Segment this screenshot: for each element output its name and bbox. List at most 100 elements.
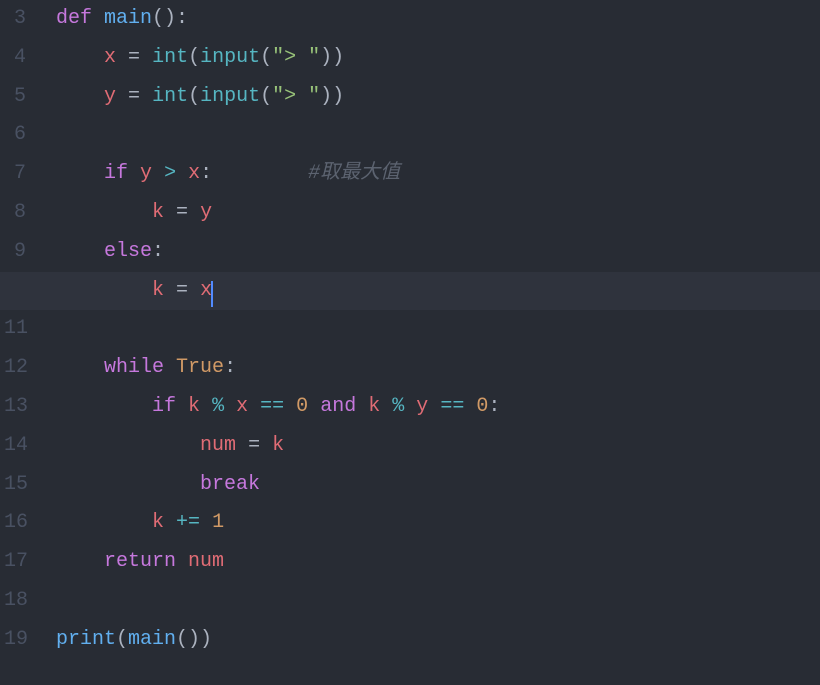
line-number: 14 bbox=[4, 427, 26, 466]
code-token: 1 bbox=[212, 511, 224, 534]
code-line[interactable]: break bbox=[44, 466, 820, 505]
code-token bbox=[248, 395, 260, 418]
code-line[interactable]: k = x bbox=[44, 272, 820, 311]
code-token: def bbox=[56, 7, 92, 30]
code-line[interactable]: x = int(input("> ")) bbox=[44, 39, 820, 78]
code-token: ( bbox=[188, 46, 200, 69]
code-token bbox=[428, 395, 440, 418]
line-number: 15 bbox=[4, 466, 26, 505]
code-token: main bbox=[128, 628, 176, 651]
code-token: : bbox=[224, 356, 236, 379]
code-token bbox=[404, 395, 416, 418]
code-token: ()) bbox=[176, 628, 212, 651]
line-number: 18 bbox=[4, 582, 26, 621]
code-token bbox=[56, 473, 200, 496]
code-line[interactable]: y = int(input("> ")) bbox=[44, 78, 820, 117]
code-token bbox=[236, 434, 248, 457]
code-line[interactable]: num = k bbox=[44, 427, 820, 466]
code-token bbox=[116, 85, 128, 108]
code-token bbox=[176, 395, 188, 418]
code-token: )) bbox=[320, 46, 344, 69]
code-token: y bbox=[140, 162, 152, 185]
code-token: break bbox=[200, 473, 260, 496]
line-number: 7 bbox=[4, 155, 26, 194]
code-line[interactable] bbox=[44, 310, 820, 349]
code-token: #取最大值 bbox=[308, 162, 400, 185]
code-token: % bbox=[392, 395, 404, 418]
code-token: = bbox=[128, 85, 140, 108]
code-token bbox=[464, 395, 476, 418]
code-token bbox=[356, 395, 368, 418]
code-area[interactable]: def main(): x = int(input("> ")) y = int… bbox=[44, 0, 820, 685]
code-token bbox=[56, 434, 200, 457]
code-token: += bbox=[176, 511, 200, 534]
code-token: ( bbox=[260, 46, 272, 69]
code-editor[interactable]: 345678910111213141516171819 def main(): … bbox=[0, 0, 820, 685]
code-token: > bbox=[164, 162, 176, 185]
code-token: print bbox=[56, 628, 116, 651]
code-token: (): bbox=[152, 7, 188, 30]
code-token bbox=[56, 550, 104, 573]
code-token: if bbox=[104, 162, 128, 185]
code-line[interactable]: else: bbox=[44, 233, 820, 272]
line-number: 16 bbox=[4, 504, 26, 543]
code-token: y bbox=[416, 395, 428, 418]
line-number: 11 bbox=[4, 310, 26, 349]
code-token bbox=[56, 85, 104, 108]
text-cursor bbox=[211, 281, 213, 307]
code-token: True bbox=[176, 356, 224, 379]
code-token: main bbox=[104, 7, 152, 30]
code-token bbox=[128, 162, 140, 185]
code-line[interactable]: k = y bbox=[44, 194, 820, 233]
code-token bbox=[164, 279, 176, 302]
code-token bbox=[380, 395, 392, 418]
code-token: while bbox=[104, 356, 164, 379]
code-token: k bbox=[272, 434, 284, 457]
code-token bbox=[56, 356, 104, 379]
line-number: 17 bbox=[4, 543, 26, 582]
code-token: ( bbox=[116, 628, 128, 651]
line-number: 3 bbox=[4, 0, 26, 39]
code-token bbox=[188, 201, 200, 224]
code-token bbox=[140, 46, 152, 69]
code-token bbox=[164, 201, 176, 224]
line-number-gutter: 345678910111213141516171819 bbox=[0, 0, 44, 685]
code-line[interactable]: print(main()) bbox=[44, 621, 820, 660]
code-token: x bbox=[188, 162, 200, 185]
code-token bbox=[164, 356, 176, 379]
code-token: = bbox=[248, 434, 260, 457]
code-token bbox=[164, 511, 176, 534]
code-token: = bbox=[128, 46, 140, 69]
code-token: k bbox=[188, 395, 200, 418]
code-line[interactable]: if y > x: #取最大值 bbox=[44, 155, 820, 194]
code-token bbox=[176, 550, 188, 573]
line-number: 5 bbox=[4, 78, 26, 117]
code-token: "> " bbox=[272, 85, 320, 108]
code-token: num bbox=[200, 434, 236, 457]
code-token bbox=[152, 162, 164, 185]
code-line[interactable] bbox=[44, 116, 820, 155]
code-line[interactable]: k += 1 bbox=[44, 504, 820, 543]
code-token bbox=[56, 395, 152, 418]
code-token: int bbox=[152, 85, 188, 108]
code-token bbox=[188, 279, 200, 302]
code-token: k bbox=[368, 395, 380, 418]
code-token bbox=[284, 395, 296, 418]
code-token: int bbox=[152, 46, 188, 69]
code-token: = bbox=[176, 201, 188, 224]
code-token bbox=[116, 46, 128, 69]
code-token bbox=[260, 434, 272, 457]
code-token: 0 bbox=[296, 395, 308, 418]
code-line[interactable]: def main(): bbox=[44, 0, 820, 39]
code-token: : bbox=[200, 162, 212, 185]
code-line[interactable]: while True: bbox=[44, 349, 820, 388]
code-token: ( bbox=[260, 85, 272, 108]
code-line[interactable]: if k % x == 0 and k % y == 0: bbox=[44, 388, 820, 427]
code-token: : bbox=[488, 395, 500, 418]
code-token: return bbox=[104, 550, 176, 573]
code-line[interactable]: return num bbox=[44, 543, 820, 582]
line-number: 4 bbox=[4, 39, 26, 78]
code-token: k bbox=[152, 511, 164, 534]
code-token bbox=[200, 395, 212, 418]
code-line[interactable] bbox=[44, 582, 820, 621]
